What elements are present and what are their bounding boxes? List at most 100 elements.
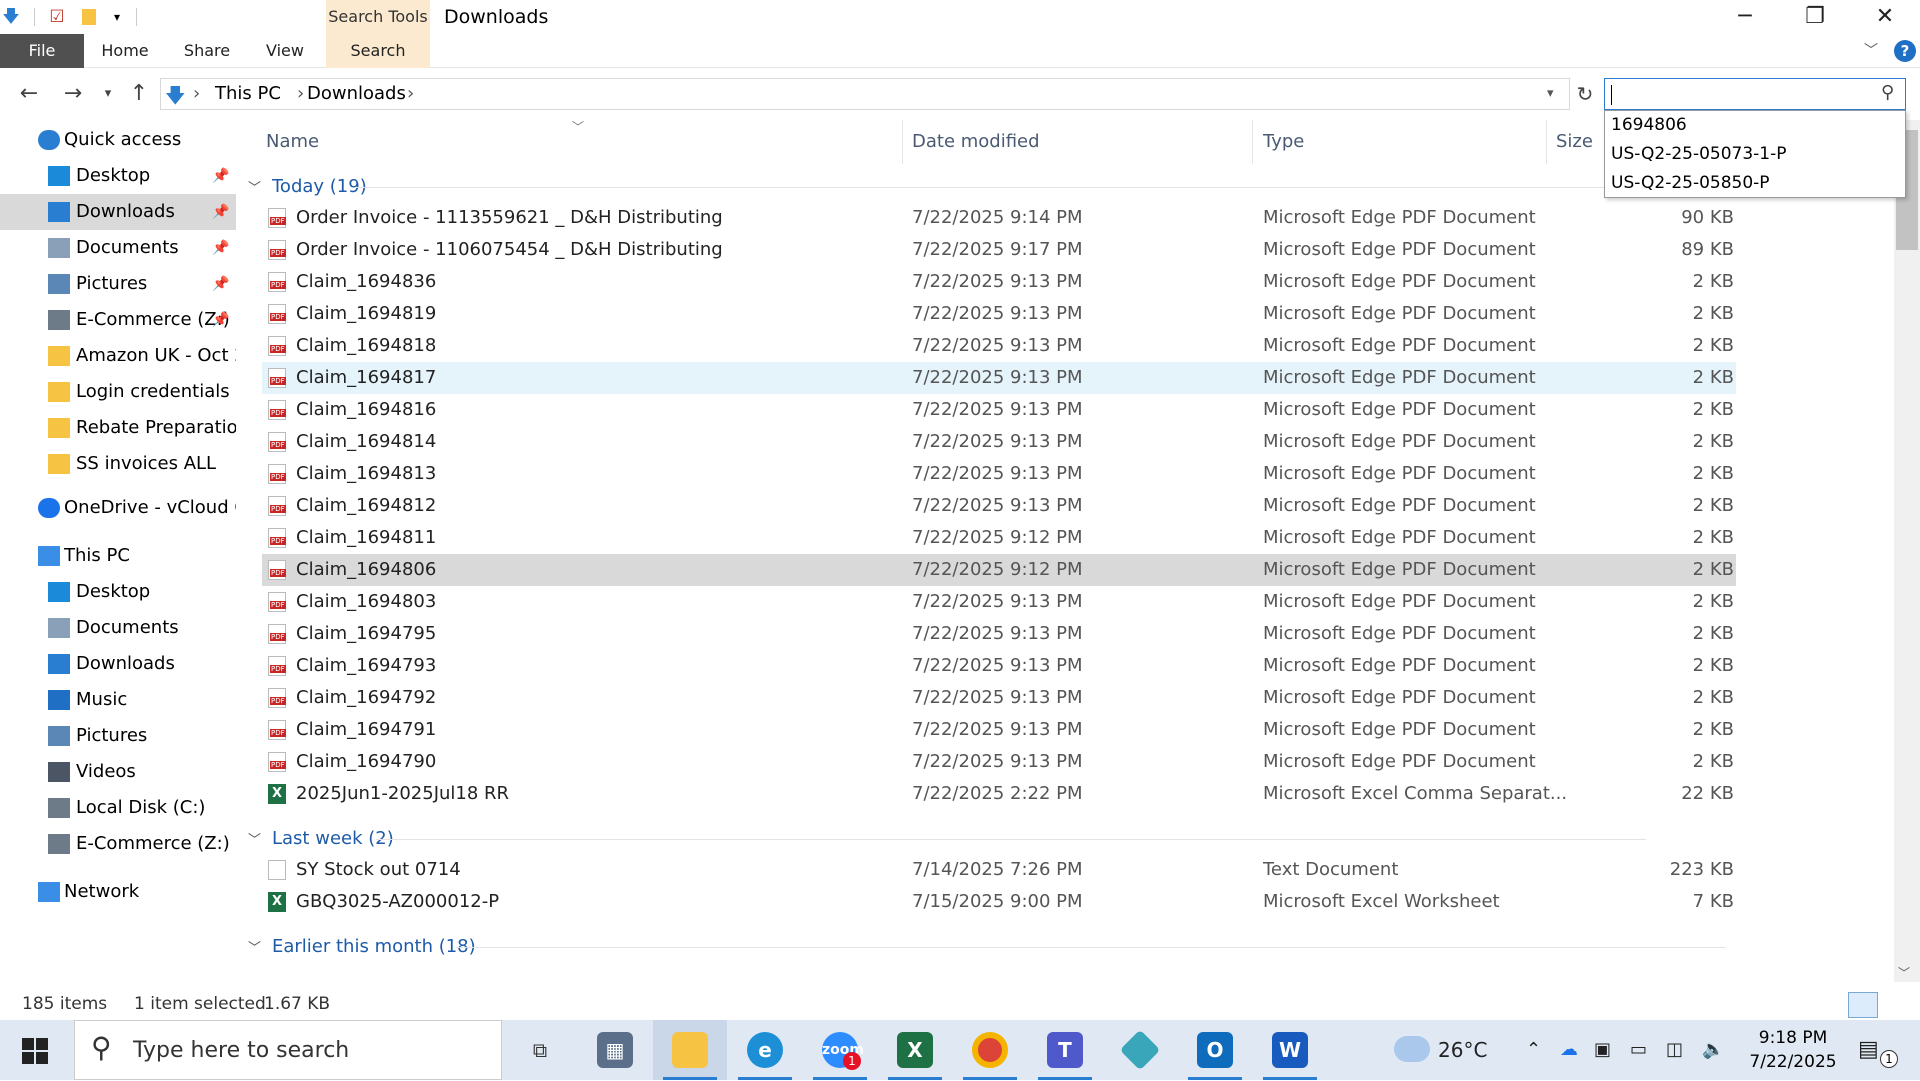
- download-icon[interactable]: 🡇: [0, 6, 22, 28]
- sidebar-item-amazon-uk-oct-20[interactable]: Amazon UK - Oct 20: [0, 338, 236, 374]
- sidebar-item-e-commerce-z[interactable]: E-Commerce (Z:): [0, 826, 236, 862]
- group-header[interactable]: ﹀ Earlier this month (18): [248, 932, 1888, 962]
- column-size[interactable]: Size: [1556, 120, 1593, 164]
- security-icon[interactable]: ▣: [1594, 1020, 1611, 1080]
- app-icon[interactable]: [1103, 1020, 1177, 1080]
- word-icon[interactable]: W: [1253, 1020, 1327, 1080]
- collapse-group-icon[interactable]: ﹀: [248, 181, 261, 196]
- expand-ribbon-icon[interactable]: ﹀: [1858, 34, 1884, 68]
- weather-temperature[interactable]: 26°C: [1438, 1020, 1487, 1080]
- details-view-icon[interactable]: [1848, 992, 1878, 1018]
- sidebar-item-local-disk-c[interactable]: Local Disk (C:): [0, 790, 236, 826]
- clock-time[interactable]: 9:18 PM: [1738, 1026, 1848, 1050]
- sidebar-item-ss-invoices-all[interactable]: SS invoices ALL: [0, 446, 236, 482]
- column-date-modified[interactable]: Date modified: [912, 120, 1040, 164]
- onedrive-icon[interactable]: ☁: [1560, 1020, 1578, 1080]
- column-divider[interactable]: [1546, 120, 1547, 164]
- collapse-group-icon[interactable]: ﹀: [248, 833, 261, 848]
- file-row[interactable]: Claim_1694836 7/22/2025 9:13 PM Microsoft …: [262, 266, 1736, 298]
- sidebar-item-videos[interactable]: Videos: [0, 754, 236, 790]
- file-row[interactable]: Claim_1694811 7/22/2025 9:12 PM Microsoft …: [262, 522, 1736, 554]
- search-icon[interactable]: ⚲: [1881, 82, 1894, 103]
- file-row[interactable]: Claim_1694816 7/22/2025 9:13 PM Microsoft …: [262, 394, 1736, 426]
- sidebar-item-downloads[interactable]: Downloads 📌: [0, 194, 236, 230]
- minimize-button[interactable]: ─: [1710, 0, 1780, 34]
- tab-home[interactable]: Home: [94, 34, 156, 68]
- taskbar-search-box[interactable]: ⚲ Type here to search: [74, 1020, 502, 1080]
- file-row[interactable]: Claim_1694812 7/22/2025 9:13 PM Microsoft …: [262, 490, 1736, 522]
- file-row[interactable]: Claim_1694803 7/22/2025 9:13 PM Microsoft …: [262, 586, 1736, 618]
- file-row[interactable]: Claim_1694813 7/22/2025 9:13 PM Microsoft …: [262, 458, 1736, 490]
- calculator-icon[interactable]: ▦: [578, 1020, 652, 1080]
- close-button[interactable]: ✕: [1850, 0, 1920, 34]
- file-row[interactable]: Claim_1694814 7/22/2025 9:13 PM Microsoft …: [262, 426, 1736, 458]
- group-header[interactable]: ﹀ Last week (2): [248, 824, 1888, 854]
- file-row[interactable]: Claim_1694819 7/22/2025 9:13 PM Microsoft …: [262, 298, 1736, 330]
- file-row[interactable]: Claim_1694795 7/22/2025 9:13 PM Microsoft …: [262, 618, 1736, 650]
- help-icon[interactable]: ?: [1894, 40, 1916, 62]
- file-row[interactable]: Claim_1694792 7/22/2025 9:13 PM Microsoft …: [262, 682, 1736, 714]
- sidebar-item-documents[interactable]: Documents: [0, 610, 236, 646]
- back-button[interactable]: ←: [14, 76, 44, 112]
- volume-icon[interactable]: 🔈: [1702, 1020, 1724, 1080]
- column-type[interactable]: Type: [1263, 120, 1304, 164]
- suggestion-item[interactable]: US-Q2-25-05073-1-P: [1605, 140, 1905, 169]
- address-bar[interactable]: 🡇 › This PC › Downloads › ▾: [160, 78, 1570, 110]
- clock-date[interactable]: 7/22/2025: [1738, 1050, 1848, 1074]
- sidebar-item-rebate-preparation[interactable]: Rebate Preparation: [0, 410, 236, 446]
- file-row[interactable]: Order Invoice - 1106075454 _ D&H Distrib…: [262, 234, 1736, 266]
- column-divider[interactable]: [1252, 120, 1253, 164]
- action-center-icon[interactable]: ▤: [1858, 1020, 1879, 1080]
- file-row[interactable]: Order Invoice - 1113559621 _ D&H Distrib…: [262, 202, 1736, 234]
- windows-start-icon[interactable]: [22, 1038, 48, 1064]
- forward-button[interactable]: →: [58, 76, 88, 112]
- edge-icon[interactable]: e: [728, 1020, 802, 1080]
- outlook-icon[interactable]: O: [1178, 1020, 1252, 1080]
- sidebar-item-login-credentials-uk[interactable]: Login credentials UK: [0, 374, 236, 410]
- collapse-group-icon[interactable]: ﹀: [248, 941, 261, 956]
- teams-icon[interactable]: T: [1028, 1020, 1102, 1080]
- sidebar-item-quick-access[interactable]: Quick access: [0, 122, 236, 158]
- chrome-icon[interactable]: [953, 1020, 1027, 1080]
- sidebar-item-network[interactable]: Network: [0, 874, 236, 910]
- sidebar-item-desktop[interactable]: Desktop 📌: [0, 158, 236, 194]
- sidebar-item-music[interactable]: Music: [0, 682, 236, 718]
- show-hidden-icons-icon[interactable]: ⌃: [1526, 1020, 1541, 1080]
- file-row[interactable]: Claim_1694806 7/22/2025 9:12 PM Microsoft …: [262, 554, 1736, 586]
- breadcrumb-this-pc[interactable]: This PC: [215, 79, 281, 109]
- scroll-down-icon[interactable]: ﹀: [1898, 964, 1910, 981]
- sidebar-item-onedrive-vcloud-ch[interactable]: OneDrive - vCloud Ch: [0, 490, 236, 526]
- file-row[interactable]: GBQ3025-AZ000012-P 7/15/2025 9:00 PM Micro…: [262, 886, 1736, 918]
- new-folder-icon[interactable]: [78, 6, 100, 28]
- file-row[interactable]: Claim_1694793 7/22/2025 9:13 PM Microsoft …: [262, 650, 1736, 682]
- up-button[interactable]: ↑: [124, 76, 154, 112]
- sidebar-item-desktop[interactable]: Desktop: [0, 574, 236, 610]
- file-row[interactable]: Claim_1694790 7/22/2025 9:13 PM Microsoft …: [262, 746, 1736, 778]
- excel-icon[interactable]: X: [878, 1020, 952, 1080]
- column-divider[interactable]: [902, 120, 903, 164]
- sidebar-item-pictures[interactable]: Pictures 📌: [0, 266, 236, 302]
- tab-share[interactable]: Share: [176, 34, 238, 68]
- restore-button[interactable]: ❐: [1780, 0, 1850, 34]
- breadcrumb-downloads[interactable]: Downloads: [307, 79, 406, 109]
- file-row[interactable]: Claim_1694818 7/22/2025 9:13 PM Microsoft …: [262, 330, 1736, 362]
- tab-search[interactable]: Search: [326, 34, 430, 68]
- file-row[interactable]: SY Stock out 0714 7/14/2025 7:26 PM Text D…: [262, 854, 1736, 886]
- tab-file[interactable]: File: [0, 34, 84, 68]
- file-row[interactable]: Claim_1694791 7/22/2025 9:13 PM Microsoft …: [262, 714, 1736, 746]
- properties-icon[interactable]: ☑: [46, 6, 68, 28]
- file-row[interactable]: Claim_1694817 7/22/2025 9:13 PM Microsoft …: [262, 362, 1736, 394]
- zoom-icon[interactable]: zoom 1: [803, 1020, 877, 1080]
- task-view-icon[interactable]: ⧉: [503, 1020, 577, 1080]
- refresh-icon[interactable]: ↻: [1570, 76, 1600, 112]
- battery-icon[interactable]: ▭: [1630, 1020, 1647, 1080]
- address-dropdown-icon[interactable]: ▾: [1547, 79, 1554, 109]
- large-icons-view-icon[interactable]: [1884, 992, 1914, 1018]
- file-row[interactable]: 2025Jun1-2025Jul18 RR 7/22/2025 2:22 PM Mi…: [262, 778, 1736, 810]
- customize-toolbar-icon[interactable]: ▾: [106, 6, 128, 28]
- recent-locations-icon[interactable]: ▾: [96, 76, 120, 112]
- suggestion-item[interactable]: 1694806: [1605, 111, 1905, 140]
- suggestion-item[interactable]: US-Q2-25-05850-P: [1605, 169, 1905, 198]
- search-input[interactable]: ⚲: [1604, 78, 1906, 110]
- tab-view[interactable]: View: [256, 34, 314, 68]
